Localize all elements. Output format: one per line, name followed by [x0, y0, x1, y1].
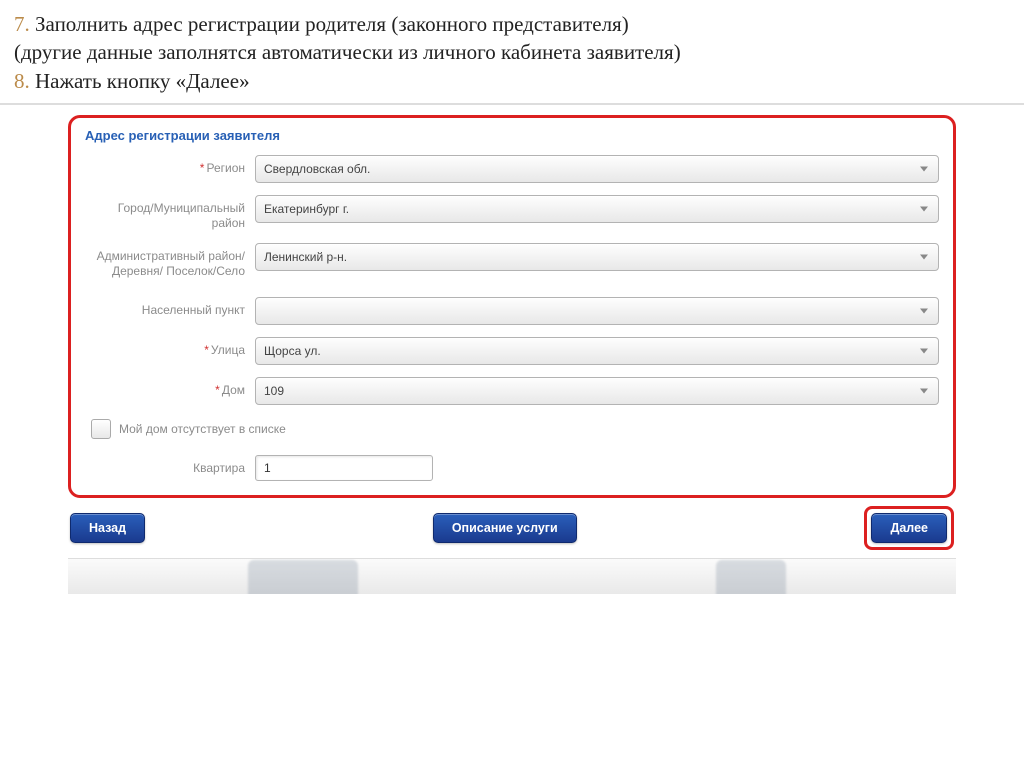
select-house[interactable]: 109 — [255, 377, 939, 405]
describe-service-button[interactable]: Описание услуги — [433, 513, 577, 543]
label-house-missing: Мой дом отсутствует в списке — [119, 422, 286, 436]
step-7-number: 7. — [14, 12, 30, 36]
label-region: *Регион — [85, 155, 255, 176]
select-city[interactable]: Екатеринбург г. — [255, 195, 939, 223]
label-locality: Населенный пункт — [85, 297, 255, 318]
step-8-text: Нажать кнопку «Далее» — [30, 69, 250, 93]
select-admin-district-value: Ленинский р-н. — [264, 250, 347, 264]
label-street: *Улица — [85, 337, 255, 358]
button-bar: Назад Описание услуги Далее — [68, 506, 956, 550]
label-city: Город/Муниципальный район — [85, 195, 255, 231]
select-street-value: Щорса ул. — [264, 344, 321, 358]
next-button-highlight: Далее — [864, 506, 954, 550]
chevron-down-icon — [920, 207, 928, 212]
next-button[interactable]: Далее — [871, 513, 947, 543]
select-street[interactable]: Щорса ул. — [255, 337, 939, 365]
select-region-value: Свердловская обл. — [264, 162, 370, 176]
row-apartment: Квартира — [85, 455, 939, 481]
section-title: Адрес регистрации заявителя — [85, 124, 939, 155]
select-city-value: Екатеринбург г. — [264, 202, 349, 216]
step-7-note: (другие данные заполнятся автоматически … — [14, 38, 1010, 66]
input-apartment[interactable] — [255, 455, 433, 481]
screenshot-area: Адрес регистрации заявителя *Регион Свер… — [0, 103, 1024, 594]
step-7-text: Заполнить адрес регистрации родителя (за… — [30, 12, 629, 36]
chevron-down-icon — [920, 389, 928, 394]
label-admin-district: Административный район/Деревня/ Поселок/… — [85, 243, 255, 279]
checkbox-house-missing[interactable] — [91, 419, 111, 439]
select-house-value: 109 — [264, 384, 284, 398]
label-apartment: Квартира — [85, 455, 255, 476]
footer-decoration — [68, 558, 956, 594]
instructions-block: 7. Заполнить адрес регистрации родителя … — [0, 0, 1024, 99]
row-house-missing: Мой дом отсутствует в списке — [91, 419, 939, 439]
select-admin-district[interactable]: Ленинский р-н. — [255, 243, 939, 271]
label-house: *Дом — [85, 377, 255, 398]
row-city: Город/Муниципальный район Екатеринбург г… — [85, 195, 939, 231]
row-house: *Дом 109 — [85, 377, 939, 405]
row-region: *Регион Свердловская обл. — [85, 155, 939, 183]
address-form-box: Адрес регистрации заявителя *Регион Свер… — [68, 115, 956, 498]
row-street: *Улица Щорса ул. — [85, 337, 939, 365]
row-locality: Населенный пункт — [85, 297, 939, 325]
chevron-down-icon — [920, 309, 928, 314]
step-8-number: 8. — [14, 69, 30, 93]
select-region[interactable]: Свердловская обл. — [255, 155, 939, 183]
chevron-down-icon — [920, 349, 928, 354]
row-admin-district: Административный район/Деревня/ Поселок/… — [85, 243, 939, 279]
chevron-down-icon — [920, 167, 928, 172]
select-locality[interactable] — [255, 297, 939, 325]
chevron-down-icon — [920, 255, 928, 260]
back-button[interactable]: Назад — [70, 513, 145, 543]
